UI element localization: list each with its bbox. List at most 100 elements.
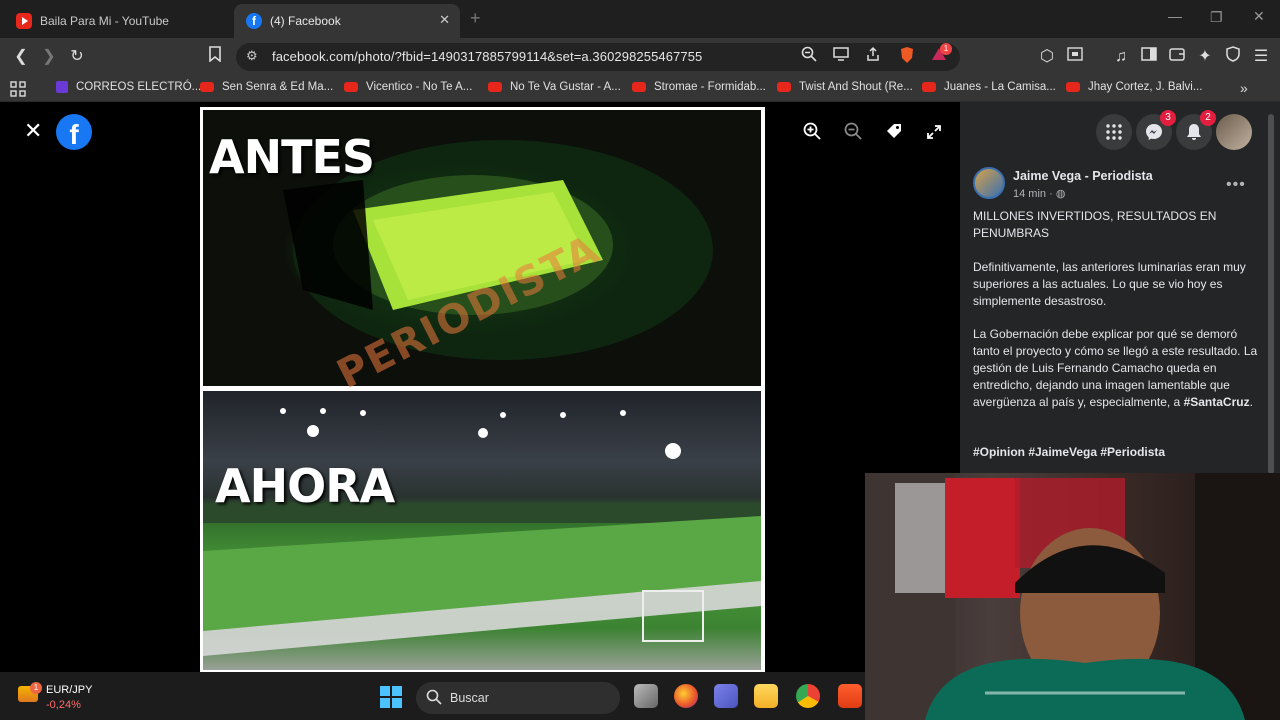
photo-stadium-before: ANTES: [203, 110, 761, 386]
youtube-icon: [16, 13, 32, 29]
ticker-change: -0,24%: [46, 699, 81, 711]
fullscreen-icon[interactable]: [920, 122, 948, 150]
brave-shield-icon[interactable]: [896, 46, 918, 68]
messenger-button[interactable]: 3: [1136, 110, 1176, 150]
close-tab-icon[interactable]: ✕: [439, 12, 450, 28]
minimize-icon[interactable]: —: [1168, 8, 1182, 24]
post-paragraph: Definitivamente, las anteriores luminari…: [973, 260, 1246, 308]
teams-icon[interactable]: [714, 684, 738, 708]
cast-icon[interactable]: [830, 46, 852, 68]
bookmark-label: Jhay Cortez, J. Balvi...: [1088, 81, 1203, 93]
bookmark-item[interactable]: No Te Va Gustar - A...: [488, 81, 621, 93]
tab-facebook[interactable]: f (4) Facebook ✕: [234, 4, 460, 38]
bookmark-item[interactable]: Vicentico - No Te A...: [344, 81, 472, 93]
author-avatar[interactable]: [973, 167, 1005, 199]
youtube-icon: [777, 82, 791, 92]
taskbar-search[interactable]: Buscar: [416, 682, 620, 714]
bookmark-label: Juanes - La Camisa...: [944, 81, 1056, 93]
bookmark-label: Stromae - Formidab...: [654, 81, 766, 93]
url-text[interactable]: facebook.com/photo/?fbid=149031788579911…: [272, 49, 702, 64]
post-paragraph: La Gobernación debe explicar por qué se …: [973, 327, 1258, 409]
brave-icon[interactable]: [838, 684, 862, 708]
photo-stadium-after: AHORA: [203, 391, 761, 670]
reload-icon[interactable]: ↻: [66, 46, 88, 68]
forward-icon[interactable]: ❯: [38, 46, 60, 68]
rewards-badge: 1: [940, 43, 952, 55]
globe-icon: ◍: [1055, 188, 1066, 200]
media-icon[interactable]: ♫: [1110, 46, 1132, 68]
tab-title: Baila Para Mi - YouTube: [40, 14, 169, 28]
webcam-overlay: [865, 473, 1280, 720]
menu-icon[interactable]: ☰: [1250, 46, 1272, 68]
hashtag-link[interactable]: #SantaCruz: [1184, 395, 1250, 409]
brave-rewards-icon[interactable]: 1: [928, 43, 952, 68]
tab-title: (4) Facebook: [270, 14, 341, 28]
tab-strip: Baila Para Mi - YouTube f (4) Facebook ✕…: [0, 0, 1280, 38]
task-view-icon[interactable]: [634, 684, 658, 708]
share-icon[interactable]: [862, 46, 884, 68]
site-settings-icon[interactable]: ⚙: [246, 48, 258, 64]
bookmark-label: No Te Va Gustar - A...: [510, 81, 621, 93]
menu-grid-button[interactable]: [1096, 114, 1132, 150]
new-tab-button[interactable]: +: [470, 8, 481, 29]
bookmark-item[interactable]: Juanes - La Camisa...: [922, 81, 1056, 93]
zoom-out-icon[interactable]: [839, 122, 867, 150]
restore-icon[interactable]: ❐: [1210, 9, 1223, 26]
more-bookmarks-icon[interactable]: »: [1240, 80, 1248, 96]
profile-avatar[interactable]: [1216, 114, 1252, 150]
zoom-in-icon[interactable]: [798, 122, 826, 150]
tag-icon[interactable]: [880, 122, 908, 150]
windows-start-icon[interactable]: [380, 686, 402, 713]
bookmark-item[interactable]: CORREOS ELECTRÓ...: [56, 81, 201, 93]
firefox-icon[interactable]: [674, 684, 698, 708]
youtube-icon: [200, 82, 214, 92]
notifications-button[interactable]: 2: [1176, 110, 1216, 150]
panel-scrollbar[interactable]: [1268, 114, 1274, 474]
photo: ANTES AHORA PERIODISTA: [200, 107, 765, 672]
post-headline: MILLONES INVERTIDOS, RESULTADOS EN PENUM…: [973, 209, 1217, 240]
leo-ai-icon[interactable]: ✦: [1194, 46, 1216, 68]
search-icon: [426, 689, 442, 710]
post-time[interactable]: 14 min · ◍: [1013, 187, 1065, 200]
chrome-icon[interactable]: [796, 684, 820, 708]
bookmark-label: Vicentico - No Te A...: [366, 81, 473, 93]
file-explorer-icon[interactable]: [754, 684, 778, 708]
window-close-icon[interactable]: ✕: [1253, 8, 1265, 25]
bookmark-item[interactable]: Stromae - Formidab...: [632, 81, 766, 93]
bookmark-label: CORREOS ELECTRÓ...: [76, 81, 202, 93]
photo-viewer: ✕ f ANTES AHORA PERIODISTA: [0, 102, 960, 672]
zoom-icon[interactable]: [798, 46, 820, 68]
bookmarks-bar: CORREOS ELECTRÓ... Sen Senra & Ed Ma... …: [0, 76, 1280, 102]
post-hashtags[interactable]: #Opinion #JaimeVega #Periodista: [973, 444, 1263, 461]
bookmark-item[interactable]: Twist And Shout (Re...: [777, 81, 913, 93]
bookmark-item[interactable]: Jhay Cortez, J. Balvi...: [1066, 81, 1202, 93]
notifications-badge: 2: [1200, 110, 1216, 126]
bookmark-label: Sen Senra & Ed Ma...: [222, 81, 334, 93]
extensions-icon[interactable]: ⬡: [1036, 46, 1058, 68]
youtube-icon: [488, 82, 502, 92]
tab-youtube[interactable]: Baila Para Mi - YouTube: [4, 4, 232, 38]
browser-toolbar: ❮ ❯ ↻ ⚙ facebook.com/photo/?fbid=1490317…: [0, 38, 1280, 76]
close-viewer-icon[interactable]: ✕: [24, 118, 42, 144]
sidebar-icon[interactable]: [1138, 46, 1160, 68]
ticker-symbol[interactable]: EUR/JPY: [46, 684, 92, 696]
bookmark-icon[interactable]: [204, 46, 226, 68]
bookmark-item[interactable]: Sen Senra & Ed Ma...: [200, 81, 333, 93]
mail-icon: [56, 81, 68, 93]
post-author[interactable]: Jaime Vega - Periodista: [1013, 169, 1153, 183]
facebook-logo-icon[interactable]: f: [56, 114, 92, 150]
screenshot-icon[interactable]: [1064, 46, 1086, 68]
youtube-icon: [632, 82, 646, 92]
back-icon[interactable]: ❮: [10, 46, 32, 68]
more-options-icon[interactable]: •••: [1226, 176, 1246, 194]
antes-label: ANTES: [209, 130, 375, 184]
search-placeholder: Buscar: [450, 691, 489, 705]
bookmark-label: Twist And Shout (Re...: [799, 81, 913, 93]
apps-grid-icon[interactable]: [10, 81, 26, 102]
wallet-icon[interactable]: [1166, 46, 1188, 68]
ahora-label: AHORA: [215, 459, 395, 513]
vpn-icon[interactable]: [1222, 46, 1244, 68]
facebook-icon: f: [246, 13, 262, 29]
youtube-icon: [922, 82, 936, 92]
youtube-icon: [344, 82, 358, 92]
